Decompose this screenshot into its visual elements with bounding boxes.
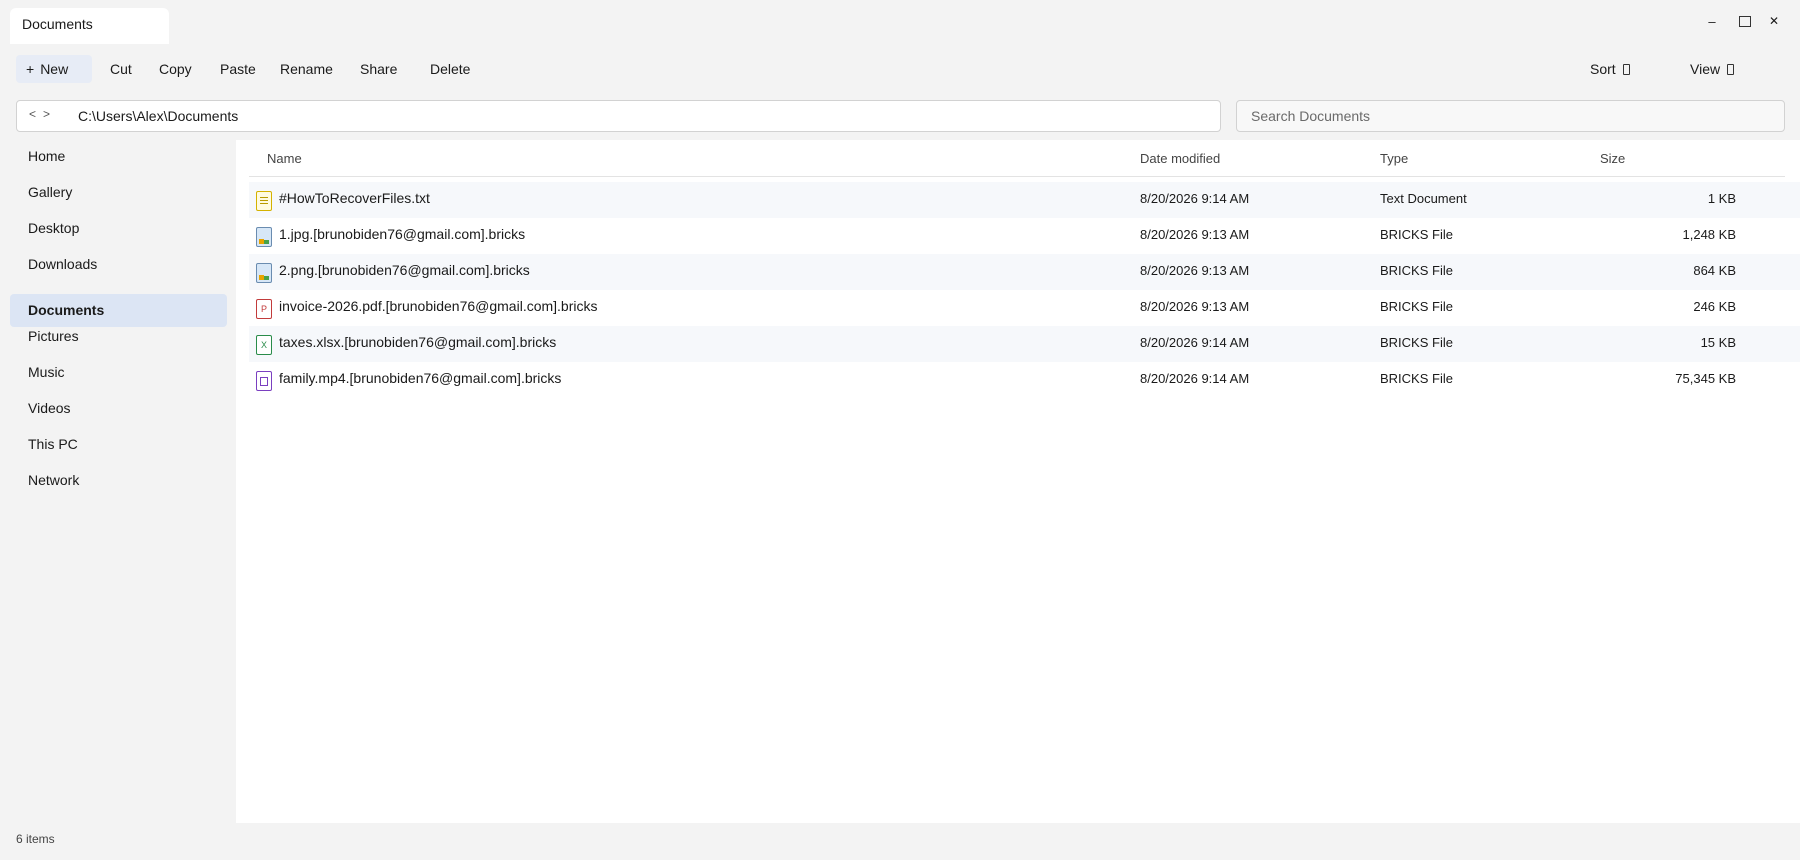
file-name: 1.jpg.[brunobiden76@gmail.com].bricks <box>279 226 526 242</box>
sidebar-item-music[interactable]: Music <box>10 356 227 389</box>
address-bar[interactable]: < > C:\Users\Alex\Documents <box>16 100 1221 132</box>
cut-button[interactable]: Cut <box>110 55 132 83</box>
window-tab-title: Documents <box>22 16 93 32</box>
file-size: 15 KB <box>1700 335 1736 350</box>
column-header-name[interactable]: Name <box>267 151 302 166</box>
file-row[interactable]: #HowToRecoverFiles.txt 8/20/2026 9:14 AM… <box>249 182 1800 218</box>
file-date: 8/20/2026 9:14 AM <box>1140 335 1250 350</box>
column-header-date[interactable]: Date modified <box>1140 151 1220 166</box>
view-button-label: View <box>1690 61 1721 77</box>
file-row[interactable]: 2.png.[brunobiden76@gmail.com].bricks 8/… <box>249 254 1800 290</box>
file-name: family.mp4.[brunobiden76@gmail.com].bric… <box>279 370 562 386</box>
forward-arrow-icon[interactable]: > <box>43 107 50 121</box>
rename-button[interactable]: Rename <box>280 55 333 83</box>
file-type: BRICKS File <box>1380 371 1453 386</box>
text-file-icon <box>256 191 272 211</box>
toolbar: + New Cut Copy Paste Rename Share Delete … <box>0 52 1800 84</box>
file-date: 8/20/2026 9:13 AM <box>1140 263 1250 278</box>
new-button[interactable]: + New <box>16 55 92 83</box>
sidebar-item-downloads[interactable]: Downloads <box>10 248 227 281</box>
new-button-label: New <box>40 61 69 77</box>
file-date: 8/20/2026 9:14 AM <box>1140 371 1250 386</box>
file-name: invoice-2026.pdf.[brunobiden76@gmail.com… <box>279 298 598 314</box>
maximize-button[interactable] <box>1734 10 1756 32</box>
chevron-down-icon <box>1622 64 1630 75</box>
title-bar: Documents – ✕ <box>0 0 1800 46</box>
file-list-pane: Name Date modified Type Size #HowToRecov… <box>236 140 1800 823</box>
sidebar-item-gallery[interactable]: Gallery <box>10 176 227 209</box>
status-item-count: 6 items <box>16 832 55 846</box>
column-header-type[interactable]: Type <box>1380 151 1408 166</box>
file-size: 1 KB <box>1707 191 1736 206</box>
image-file-icon <box>256 227 272 247</box>
spreadsheet-file-icon: X <box>256 335 272 355</box>
file-date: 8/20/2026 9:14 AM <box>1140 191 1250 206</box>
address-path[interactable]: C:\Users\Alex\Documents <box>78 108 238 124</box>
sidebar-item-home[interactable]: Home <box>10 140 227 173</box>
plus-icon: + <box>26 61 35 77</box>
maximize-icon <box>1739 15 1751 27</box>
search-input[interactable] <box>1236 100 1785 132</box>
file-type: BRICKS File <box>1380 263 1453 278</box>
file-type: BRICKS File <box>1380 335 1453 350</box>
sidebar-item-pictures[interactable]: Pictures <box>10 320 227 353</box>
sidebar-item-desktop[interactable]: Desktop <box>10 212 227 245</box>
file-row[interactable]: X taxes.xlsx.[brunobiden76@gmail.com].br… <box>249 326 1800 362</box>
file-size: 246 KB <box>1693 299 1736 314</box>
chevron-down-icon <box>1727 64 1735 75</box>
sort-button-label: Sort <box>1590 61 1616 77</box>
file-name: taxes.xlsx.[brunobiden76@gmail.com].bric… <box>279 334 557 350</box>
back-arrow-icon[interactable]: < <box>29 107 36 121</box>
file-type: Text Document <box>1380 191 1467 206</box>
close-icon: ✕ <box>1768 14 1780 28</box>
share-button[interactable]: Share <box>360 55 397 83</box>
sidebar-item-videos[interactable]: Videos <box>10 392 227 425</box>
delete-button[interactable]: Delete <box>430 55 470 83</box>
sidebar-item-this-pc[interactable]: This PC <box>10 428 227 461</box>
minimize-button[interactable]: – <box>1701 10 1723 32</box>
file-size: 864 KB <box>1693 263 1736 278</box>
sidebar-item-network[interactable]: Network <box>10 464 227 497</box>
video-file-icon <box>256 371 272 391</box>
file-row[interactable]: P invoice-2026.pdf.[brunobiden76@gmail.c… <box>249 290 1800 326</box>
file-type: BRICKS File <box>1380 227 1453 242</box>
copy-button[interactable]: Copy <box>159 55 192 83</box>
header-divider <box>249 176 1785 177</box>
paste-button[interactable]: Paste <box>220 55 256 83</box>
file-name: 2.png.[brunobiden76@gmail.com].bricks <box>279 262 530 278</box>
file-size: 1,248 KB <box>1682 227 1737 242</box>
sort-button[interactable]: Sort <box>1590 55 1630 83</box>
pdf-file-icon: P <box>256 299 272 319</box>
file-size: 75,345 KB <box>1675 371 1736 386</box>
close-button[interactable]: ✕ <box>1763 10 1785 32</box>
minimize-icon: – <box>1708 13 1716 29</box>
image-file-icon <box>256 263 272 283</box>
window-tab[interactable]: Documents <box>10 8 169 44</box>
file-name: #HowToRecoverFiles.txt <box>279 190 430 206</box>
file-type: BRICKS File <box>1380 299 1453 314</box>
view-button[interactable]: View <box>1690 55 1735 83</box>
file-row[interactable]: 1.jpg.[brunobiden76@gmail.com].bricks 8/… <box>249 218 1800 254</box>
file-date: 8/20/2026 9:13 AM <box>1140 227 1250 242</box>
file-date: 8/20/2026 9:13 AM <box>1140 299 1250 314</box>
column-header-size[interactable]: Size <box>1600 151 1625 166</box>
file-row[interactable]: family.mp4.[brunobiden76@gmail.com].bric… <box>249 362 1800 398</box>
navigation-sidebar: Home Gallery Desktop Downloads Documents… <box>0 140 236 823</box>
